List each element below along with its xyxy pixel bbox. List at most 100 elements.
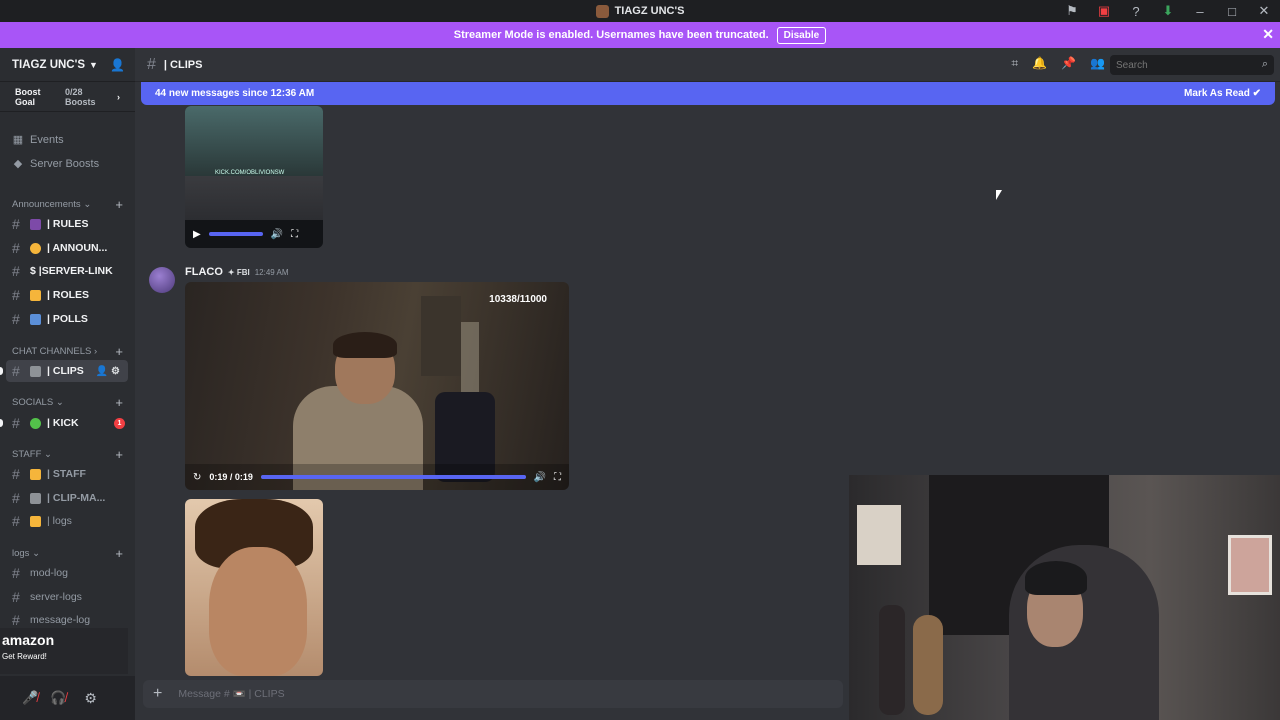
flag-icon[interactable]: ⚑ [1056,0,1088,22]
hash-icon: # [12,311,20,327]
channel-label: | RULES [47,218,89,230]
channel-title: | CLIPS [163,58,203,71]
sidebar-item-label: Server Boosts [30,157,100,170]
headphones-deafened-icon[interactable]: 🎧̸ [50,690,66,706]
amazon-reward-promo[interactable]: amazon Get Reward! [0,628,128,674]
calendar-icon: ▦ [12,134,24,146]
channel-polls[interactable]: # | POLLS [0,308,135,330]
channel-mod-log[interactable]: # mod-log [0,562,135,584]
avatar[interactable] [149,267,175,293]
video-controls: ▶ 🔊 ⛶ [185,220,323,248]
bell-icon[interactable]: 🔔 [1032,56,1047,71]
webcam-overlay [849,475,1280,720]
message-header: FLACO ✦ FBI 12:49 AM [185,266,289,278]
play-icon[interactable]: ▶ [193,229,201,240]
author-name[interactable]: FLACO [185,266,223,278]
fullscreen-icon[interactable]: ⛶ [291,229,298,240]
chevron-down-icon: ⌄ [55,396,64,408]
channel-server-logs[interactable]: # server-logs [0,586,135,608]
maximize-icon[interactable]: □ [1216,0,1248,22]
screen-share-icon[interactable]: ▣ [1088,0,1120,22]
add-member-icon[interactable]: 👤 [110,58,125,72]
get-reward-link[interactable]: Get Reward! [2,652,126,661]
boost-goal[interactable]: Boost Goal 0/28 Boosts › [0,82,135,112]
hash-icon: # [12,415,20,431]
close-window-icon[interactable]: ✕ [1248,0,1280,22]
hash-icon: # [12,565,20,581]
new-messages-text: 44 new messages since 12:36 AM [155,88,315,99]
webcam-frame [857,505,901,565]
channel-staff[interactable]: # | STAFF [0,463,135,485]
user-settings-gear-icon[interactable]: ⚙ [84,690,97,707]
add-channel-icon[interactable]: + [115,546,123,561]
channel-label: | KICK [47,417,79,429]
category-chat-channels[interactable]: CHAT CHANNELS › + [0,342,135,360]
amazon-logo: amazon [2,632,55,648]
channel-label: | logs [47,515,72,527]
server-header[interactable]: TIAGZ UNC'S ▼ 👤 [0,48,135,82]
videocassette-emoji-icon [30,365,41,377]
search-input[interactable] [1110,55,1274,75]
video-attachment[interactable]: 10338/11000 ↻ 0:19 / 0:19 🔊 ⛶ [185,282,569,490]
seek-fill [260,475,526,479]
channel-label: | STAFF [47,468,86,480]
members-icon[interactable]: 👥 [1090,56,1105,71]
minimize-icon[interactable]: – [1184,0,1216,22]
channel-label: | CLIPS [47,365,84,377]
help-icon[interactable]: ? [1120,0,1152,22]
hash-icon: # [12,513,20,529]
mark-as-read-button[interactable]: Mark As Read ✔ [1184,88,1261,99]
user-panel: 🎤̸ 🎧̸ ⚙ [0,676,135,720]
pin-icon[interactable]: 📌 [1061,56,1076,71]
channel-clips[interactable]: # | CLIPS 👤 ⚙ [6,360,128,382]
channel-label: | CLIP-MA... [47,492,106,504]
video-frame [421,296,461,376]
disable-button[interactable]: Disable [776,26,827,44]
hash-icon: # [12,490,20,506]
category-logs[interactable]: logs ⌄ + [0,544,135,562]
message-input[interactable] [178,688,779,700]
kick-logo-icon [30,417,41,429]
volume-icon[interactable]: 🔊 [271,229,283,240]
category-label: STAFF [12,448,42,460]
chevron-right-icon: › [117,91,120,102]
close-icon[interactable]: ✕ [1262,26,1274,43]
seek-bar[interactable] [260,475,526,479]
gear-icon[interactable]: ⚙ [111,366,120,377]
microphone-muted-icon[interactable]: 🎤̸ [22,690,38,706]
add-channel-icon[interactable]: + [115,344,123,359]
add-channel-icon[interactable]: + [115,447,123,462]
video-frame [185,176,323,220]
sidebar-item-events[interactable]: ▦ Events [0,128,135,151]
add-channel-icon[interactable]: + [115,395,123,410]
sidebar-item-server-boosts[interactable]: ◆ Server Boosts [0,152,135,175]
fullscreen-icon[interactable]: ⛶ [554,472,561,483]
folder-emoji-icon [30,289,41,301]
chevron-down-icon: ⌄ [44,448,52,460]
download-icon[interactable]: ⬇ [1152,0,1184,22]
hash-icon: # [12,466,20,482]
volume-icon[interactable]: 🔊 [534,472,546,483]
category-announcements[interactable]: Announcements ⌄ + [0,195,135,213]
category-socials[interactable]: SOCIALS ⌄ + [0,393,135,411]
category-staff[interactable]: STAFF ⌄ + [0,445,135,463]
channel-rules[interactable]: # | RULES [0,213,135,235]
channel-announcements[interactable]: # | ANNOUN... [0,237,135,259]
video-thumbnail [185,106,323,176]
hash-icon: # [147,55,156,73]
threads-icon[interactable]: ⌗ [1011,56,1018,71]
new-messages-bar[interactable]: 44 new messages since 12:36 AM Mark As R… [141,82,1275,105]
image-attachment[interactable] [185,499,323,676]
channel-kick[interactable]: # | KICK 1 [0,412,135,434]
volume-slider[interactable] [208,232,263,236]
channel-server-link[interactable]: # $ |SERVER-LINK [0,260,135,282]
invite-icon[interactable]: 👤 [96,366,108,377]
add-channel-icon[interactable]: + [115,197,123,212]
role-tag: ✦ FBI [227,267,250,277]
replay-icon[interactable]: ↻ [193,472,201,483]
channel-roles[interactable]: # | ROLES [0,284,135,306]
video-attachment[interactable]: KICK.COM/OBLIVIONSW ▶ 🔊 ⛶ [185,106,323,248]
channel-clip-manager[interactable]: # | CLIP-MA... [0,487,135,509]
channel-logs[interactable]: # | logs [0,510,135,532]
add-attachment-icon[interactable]: + [153,685,162,703]
